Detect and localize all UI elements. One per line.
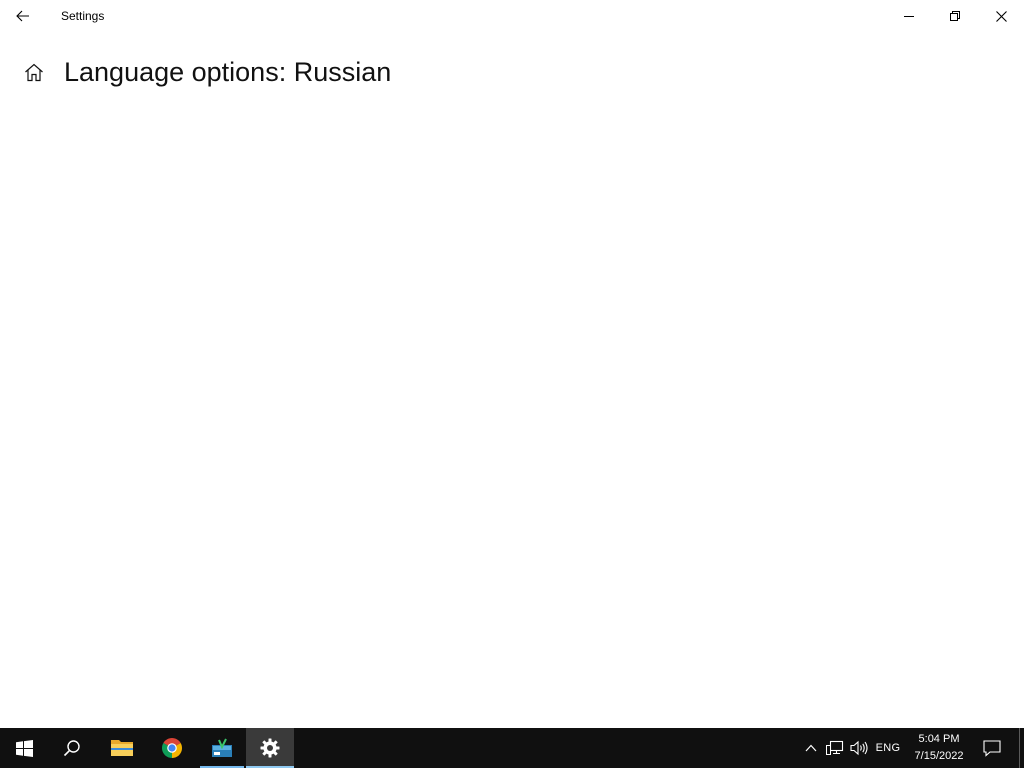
settings-window: Settings Language options: Russian — [0, 0, 1024, 728]
close-icon — [995, 10, 1007, 22]
volume-icon — [850, 740, 868, 756]
start-button[interactable] — [0, 728, 48, 768]
app-icon — [212, 738, 232, 757]
search-button[interactable] — [48, 728, 96, 768]
page-title: Language options: Russian — [64, 57, 392, 87]
gear-icon — [260, 738, 280, 758]
back-button[interactable] — [0, 0, 46, 32]
clock-date: 7/15/2022 — [914, 750, 964, 762]
network-icon — [826, 740, 844, 755]
file-explorer-button[interactable] — [98, 728, 146, 768]
app-button[interactable] — [198, 728, 246, 768]
chrome-button[interactable] — [148, 728, 196, 768]
volume-button[interactable] — [848, 728, 870, 768]
close-button[interactable] — [978, 0, 1024, 32]
title-bar: Settings — [0, 0, 1024, 32]
restore-button[interactable] — [932, 0, 978, 32]
folder-icon — [111, 740, 133, 756]
chrome-icon — [162, 738, 182, 758]
app-title: Settings — [61, 9, 105, 23]
page-header: Language options: Russian — [0, 50, 1024, 96]
clock[interactable]: 5:04 PM 7/15/2022 — [902, 728, 976, 768]
chevron-up-icon — [805, 744, 817, 752]
minimize-icon — [904, 16, 914, 17]
minimize-button[interactable] — [886, 0, 932, 32]
notification-icon — [983, 739, 1001, 757]
home-button[interactable] — [18, 56, 50, 88]
network-button[interactable] — [824, 728, 846, 768]
clock-time: 5:04 PM — [918, 733, 960, 745]
show-desktop-button[interactable] — [1019, 728, 1024, 768]
settings-taskbar-button[interactable] — [246, 728, 294, 768]
taskbar: ENG 5:04 PM 7/15/2022 — [0, 728, 1024, 768]
windows-logo-icon — [15, 739, 33, 757]
back-arrow-icon — [16, 10, 29, 22]
search-icon — [63, 740, 80, 757]
action-center-button[interactable] — [978, 728, 1006, 768]
home-icon — [25, 63, 43, 81]
show-hidden-icons-button[interactable] — [802, 728, 820, 768]
input-language-indicator[interactable]: ENG — [872, 728, 904, 768]
restore-icon — [950, 11, 960, 21]
